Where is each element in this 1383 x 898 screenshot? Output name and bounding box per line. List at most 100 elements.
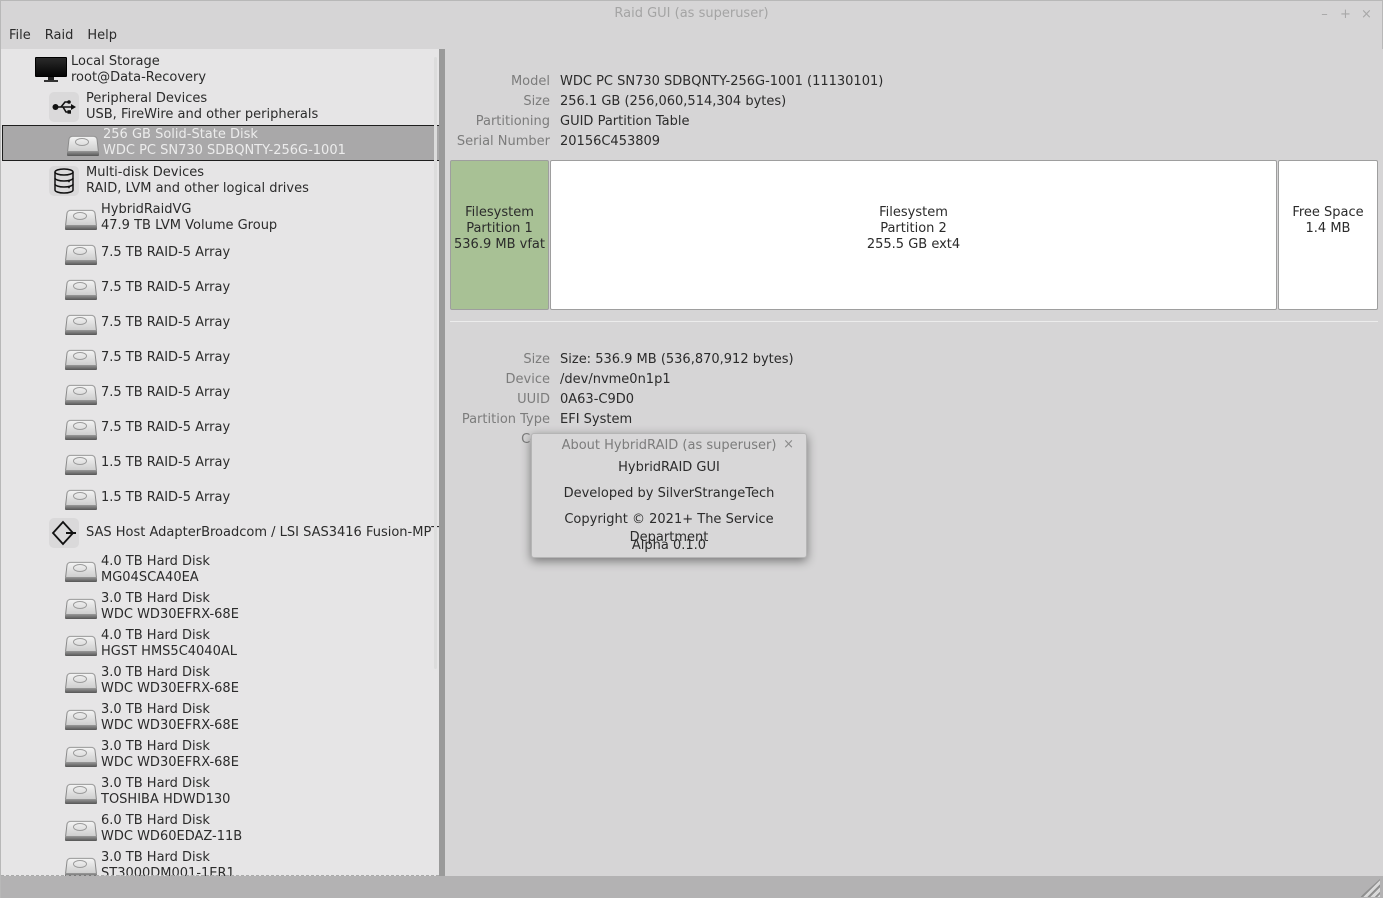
tree-item-label: Local Storage root@Data-Recovery [71, 54, 206, 86]
tree-item[interactable]: SAS Host AdapterBroadcom / LSI SAS3416 F… [1, 516, 439, 550]
menu-file[interactable]: File [9, 27, 39, 49]
tree-item-label: 3.0 TB Hard Disk ST3000DM001-1ER1 [101, 850, 235, 876]
partition-property-key: UUID [517, 392, 550, 407]
usb-icon [49, 92, 79, 122]
tree-item-subtitle: root@Data-Recovery [71, 70, 207, 85]
partition-property-row: Size Size: 536.9 MB (536,870,912 bytes) [445, 350, 793, 370]
tree-item-label: 7.5 TB RAID-5 Array [101, 350, 230, 366]
tree-item[interactable]: 256 GB Solid-State Disk WDC PC SN730 SDBQ… [2, 125, 439, 161]
tree-item-label: 4.0 TB Hard Disk HGST HMS5C4040AL [101, 628, 237, 660]
disk-property-key: Model [510, 74, 550, 89]
disk-property-key: Serial Number [456, 134, 550, 149]
window-title: Raid GUI (as superuser) [614, 6, 769, 21]
hdd-icon [64, 486, 98, 510]
hdd-icon [64, 743, 98, 767]
maximize-button[interactable]: + [1340, 7, 1351, 22]
tree-item-subtitle: 47.9 TB LVM Volume Group [101, 218, 278, 233]
tree-item-label: 3.0 TB Hard Disk WDC WD30EFRX-68E [101, 739, 239, 771]
hdd-icon [64, 241, 98, 265]
minimize-button[interactable]: – [1319, 7, 1330, 22]
tree-item-label: 7.5 TB RAID-5 Array [101, 245, 230, 261]
tree-item[interactable]: 3.0 TB Hard Disk WDC WD30EFRX-68E [1, 590, 439, 624]
partition-property-value: /dev/nvme0n1p1 [560, 372, 671, 387]
sidebar-scrollbar-thumb[interactable] [434, 57, 437, 669]
tree-item[interactable]: Multi-disk Devices RAID, LVM and other lo… [1, 164, 439, 198]
partition-segment-text: 1.4 MB [1305, 221, 1351, 236]
tree-item[interactable]: Peripheral Devices USB, FireWire and othe… [1, 90, 439, 124]
disk-property-row: Partitioning GUID Partition Table [445, 112, 690, 132]
disk-property-value: 256.1 GB (256,060,514,304 bytes) [560, 94, 787, 109]
partition-property-row: Partition Type EFI System [445, 410, 632, 430]
partition-property-key: Partition Type [461, 412, 550, 427]
tree-item-label: 3.0 TB Hard Disk WDC WD30EFRX-68E [101, 702, 239, 734]
partition-property-row: UUID 0A63-C9D0 [445, 390, 634, 410]
partition-bar: Filesystem Partition 1 536.9 MB vfat Filesy… [450, 160, 1378, 310]
tree-item[interactable]: 3.0 TB Hard Disk ST3000DM001-1ER1 [1, 849, 439, 876]
about-version: Alpha 0.1.0 [631, 538, 707, 553]
about-dialog: About HybridRAID (as superuser) × Hybrid… [531, 433, 807, 558]
tree-item-subtitle: WDC WD30EFRX-68E [101, 681, 239, 696]
sas-adapter-icon [49, 518, 79, 548]
tree-item-title: 256 GB Solid-State Disk [103, 127, 258, 142]
tree-item[interactable]: HybridRaidVG 47.9 TB LVM Volume Group [1, 201, 439, 235]
tree-item-label: 7.5 TB RAID-5 Array [101, 420, 230, 436]
device-tree: Local Storage root@Data-Recovery Periphera… [1, 49, 439, 876]
tree-item[interactable]: Local Storage root@Data-Recovery [1, 54, 439, 86]
tree-item[interactable]: 7.5 TB RAID-5 Array [1, 413, 439, 443]
resize-grip-icon[interactable] [1360, 879, 1380, 897]
hdd-icon [64, 311, 98, 335]
menu-raid[interactable]: Raid [45, 27, 82, 49]
ssd-icon [66, 132, 100, 156]
tree-item-title: 7.5 TB RAID-5 Array [101, 315, 231, 330]
tree-item[interactable]: 3.0 TB Hard Disk WDC WD30EFRX-68E [1, 701, 439, 735]
partition-segment[interactable]: Filesystem Partition 2 255.5 GB ext4 [550, 160, 1277, 310]
about-app-name: HybridRAID GUI [618, 460, 720, 475]
tree-item[interactable]: 4.0 TB Hard Disk MG04SCA40EA [1, 553, 439, 587]
tree-item-label: SAS Host AdapterBroadcom / LSI SAS3416 F… [86, 525, 439, 541]
tree-item[interactable]: 3.0 TB Hard Disk WDC WD30EFRX-68E [1, 738, 439, 772]
tree-item[interactable]: 7.5 TB RAID-5 Array [1, 378, 439, 408]
menu-help[interactable]: Help [87, 27, 125, 49]
partition-segment[interactable]: Filesystem Partition 1 536.9 MB vfat [450, 160, 549, 310]
tree-item[interactable]: 3.0 TB Hard Disk WDC WD30EFRX-68E [1, 664, 439, 698]
tree-item-title: Local Storage [71, 54, 160, 69]
window-controls: – + × [1319, 1, 1372, 27]
tree-item[interactable]: 7.5 TB RAID-5 Array [1, 273, 439, 303]
tree-item[interactable]: 7.5 TB RAID-5 Array [1, 343, 439, 373]
tree-item-title: HybridRaidVG [101, 202, 192, 217]
tree-item-label: 1.5 TB RAID-5 Array [101, 490, 230, 506]
partition-segment-text: Partition 1 [466, 221, 533, 236]
tree-item-subtitle: RAID, LVM and other logical drives [86, 181, 309, 196]
tree-item-title: Multi-disk Devices [86, 165, 204, 180]
tree-item-subtitle: WDC WD30EFRX-68E [101, 607, 239, 622]
tree-item[interactable]: 7.5 TB RAID-5 Array [1, 308, 439, 338]
partition-property-value: EFI System [560, 412, 633, 427]
partition-property-row: Device/dev/nvme0n1p1 [445, 370, 671, 390]
close-button[interactable]: × [1361, 7, 1372, 22]
tree-item-title: 3.0 TB Hard Disk [101, 665, 210, 680]
tree-item[interactable]: 7.5 TB RAID-5 Array [1, 238, 439, 268]
tree-item-subtitle: TOSHIBA HDWD130 [101, 792, 231, 807]
about-dialog-close-button[interactable]: × [783, 434, 794, 456]
tree-item[interactable]: 1.5 TB RAID-5 Array [1, 448, 439, 478]
tree-item[interactable]: 1.5 TB RAID-5 Array [1, 483, 439, 513]
tree-item-subtitle: MG04SCA40EA [101, 570, 199, 585]
tree-item[interactable]: 3.0 TB Hard Disk TOSHIBA HDWD130 [1, 775, 439, 809]
tree-item-title: 7.5 TB RAID-5 Array [101, 280, 231, 295]
tree-item-subtitle: HGST HMS5C4040AL [101, 644, 237, 659]
tree-item-label: 3.0 TB Hard Disk WDC WD30EFRX-68E [101, 591, 239, 623]
tree-item-title: 1.5 TB RAID-5 Array [101, 490, 231, 505]
tree-item-title: 3.0 TB Hard Disk [101, 850, 210, 865]
hdd-icon [64, 706, 98, 730]
hdd-icon [64, 416, 98, 440]
tree-item[interactable]: 4.0 TB Hard Disk HGST HMS5C4040AL [1, 627, 439, 661]
hdd-icon [64, 558, 98, 582]
tree-item-subtitle: WDC PC SN730 SDBQNTY-256G-1001 [103, 143, 346, 158]
disk-property-key: Partitioning [475, 114, 550, 129]
hdd-icon [64, 817, 98, 841]
tree-item-label: 3.0 TB Hard Disk TOSHIBA HDWD130 [101, 776, 230, 808]
tree-item-title: Peripheral Devices [86, 91, 208, 106]
partition-segment[interactable]: Free Space 1.4 MB [1278, 160, 1378, 310]
database-icon [49, 166, 79, 196]
tree-item[interactable]: 6.0 TB Hard Disk WDC WD60EDAZ-11B [1, 812, 439, 846]
